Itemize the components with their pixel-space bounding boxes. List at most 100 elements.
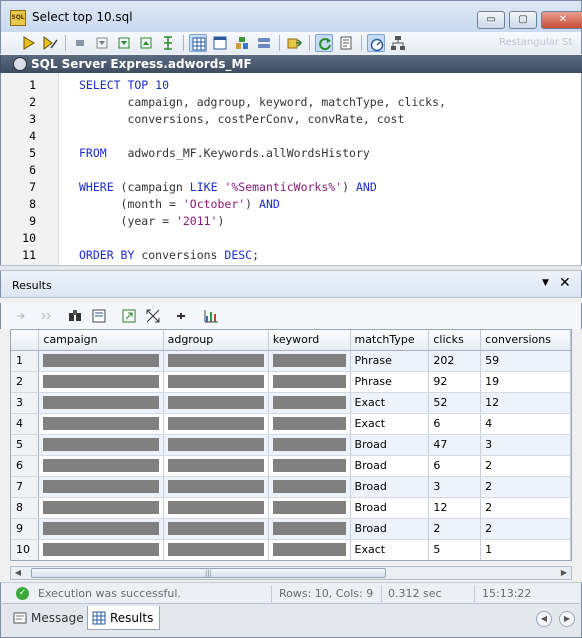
import-icon[interactable]	[255, 34, 273, 52]
maximize-button[interactable]: ▢	[509, 11, 537, 29]
scroll-right-icon[interactable]: ▶	[557, 567, 571, 579]
refresh-icon[interactable]	[315, 34, 333, 52]
cell-adgroup-redacted[interactable]	[163, 350, 269, 372]
document-icon[interactable]	[89, 306, 109, 326]
pin-icon[interactable]	[171, 306, 191, 326]
row-number[interactable]: 10	[11, 539, 40, 560]
cell-keyword-redacted[interactable]	[268, 350, 351, 372]
tab-prev-icon[interactable]: ◀	[536, 611, 552, 627]
cell-adgroup-redacted[interactable]	[163, 539, 269, 560]
code-line[interactable]: 2 campaign, adgroup, keyword, matchType,…	[1, 94, 581, 111]
cell-conversions[interactable]: 19	[480, 371, 571, 393]
cell-keyword-redacted[interactable]	[268, 455, 351, 477]
cell-conversions[interactable]: 2	[480, 455, 571, 477]
row-number[interactable]: 1	[11, 350, 40, 372]
cell-matchtype[interactable]: Exact	[350, 392, 430, 414]
prev-result-icon[interactable]	[13, 306, 33, 326]
find-icon[interactable]	[65, 306, 85, 326]
table-row[interactable]: 7 Broad 3 2	[11, 476, 571, 498]
table-row[interactable]: 4 Exact 6 4	[11, 413, 571, 435]
cell-campaign-redacted[interactable]	[38, 350, 164, 372]
row-number[interactable]: 9	[11, 518, 40, 540]
minimize-button[interactable]: ▭	[477, 11, 505, 29]
cell-conversions[interactable]: 1	[480, 539, 571, 560]
cell-adgroup-redacted[interactable]	[163, 518, 269, 540]
cell-matchtype[interactable]: Broad	[350, 518, 430, 540]
row-number[interactable]: 2	[11, 371, 40, 393]
cell-campaign-redacted[interactable]	[38, 455, 164, 477]
cell-clicks[interactable]: 6	[428, 413, 482, 435]
result-grid-icon[interactable]	[189, 34, 207, 52]
cell-clicks[interactable]: 6	[428, 455, 482, 477]
table-row[interactable]: 5 Broad 47 3	[11, 434, 571, 456]
cell-keyword-redacted[interactable]	[268, 371, 351, 393]
cell-clicks[interactable]: 12	[428, 497, 482, 519]
table-row[interactable]: 1 Phrase 202 59	[11, 350, 571, 372]
cell-conversions[interactable]: 2	[480, 497, 571, 519]
row-number[interactable]: 8	[11, 497, 40, 519]
cell-campaign-redacted[interactable]	[38, 476, 164, 498]
code-line[interactable]: 3 conversions, costPerConv, convRate, co…	[1, 111, 581, 128]
connect-icon[interactable]	[285, 34, 303, 52]
column-header-clicks[interactable]: clicks	[428, 330, 482, 351]
code-line[interactable]: 4	[1, 128, 581, 145]
cell-adgroup-redacted[interactable]	[163, 392, 269, 414]
cell-matchtype[interactable]: Broad	[350, 476, 430, 498]
cell-matchtype[interactable]: Exact	[350, 539, 430, 560]
cell-clicks[interactable]: 92	[428, 371, 482, 393]
cell-conversions[interactable]: 12	[480, 392, 571, 414]
cell-campaign-redacted[interactable]	[38, 518, 164, 540]
cell-conversions[interactable]: 4	[480, 413, 571, 435]
cell-clicks[interactable]: 5	[428, 539, 482, 560]
cell-matchtype[interactable]: Broad	[350, 455, 430, 477]
compare-icon[interactable]	[233, 34, 251, 52]
table-row[interactable]: 3 Exact 52 12	[11, 392, 571, 414]
cell-conversions[interactable]: 3	[480, 434, 571, 456]
cell-conversions[interactable]: 59	[480, 350, 571, 372]
chart-icon[interactable]	[201, 306, 221, 326]
cell-conversions[interactable]: 2	[480, 518, 571, 540]
cell-campaign-redacted[interactable]	[38, 497, 164, 519]
cell-adgroup-redacted[interactable]	[163, 371, 269, 393]
cell-keyword-redacted[interactable]	[268, 539, 351, 560]
code-line[interactable]: 11 ORDER BY conversions DESC;	[1, 247, 581, 264]
close-results-icon[interactable]: ✕	[559, 275, 571, 291]
cell-keyword-redacted[interactable]	[268, 476, 351, 498]
tab-next-icon[interactable]: ▶	[559, 611, 575, 627]
format-icon[interactable]	[137, 34, 155, 52]
table-row[interactable]: 6 Broad 6 2	[11, 455, 571, 477]
execute-step-icon[interactable]	[41, 34, 59, 52]
tab-results[interactable]: Results	[87, 606, 161, 630]
table-row[interactable]: 10 Exact 5 1	[11, 539, 571, 560]
code-line[interactable]: 8 (month = 'October') AND	[1, 196, 581, 213]
row-number[interactable]: 4	[11, 413, 40, 435]
stop-icon[interactable]	[71, 34, 89, 52]
close-button[interactable]: ✕	[541, 11, 582, 29]
row-number[interactable]: 7	[11, 476, 40, 498]
cell-keyword-redacted[interactable]	[268, 434, 351, 456]
column-header-keyword[interactable]: keyword	[268, 330, 351, 351]
network-icon[interactable]	[389, 34, 407, 52]
code-line[interactable]: 5 FROM adwords_MF.Keywords.allWordsHistor…	[1, 145, 581, 162]
cell-keyword-redacted[interactable]	[268, 518, 351, 540]
table-row[interactable]: 2 Phrase 92 19	[11, 371, 571, 393]
row-number[interactable]: 6	[11, 455, 40, 477]
cell-conversions[interactable]: 2	[480, 476, 571, 498]
cell-clicks[interactable]: 3	[428, 476, 482, 498]
code-line[interactable]: 6	[1, 162, 581, 179]
cell-campaign-redacted[interactable]	[38, 434, 164, 456]
execute-icon[interactable]	[19, 34, 37, 52]
column-header-matchtype[interactable]: matchType	[350, 330, 430, 351]
export-icon[interactable]	[119, 306, 139, 326]
cell-campaign-redacted[interactable]	[38, 371, 164, 393]
cell-matchtype[interactable]: Broad	[350, 497, 430, 519]
column-header-adgroup[interactable]: adgroup	[163, 330, 269, 351]
row-number[interactable]: 3	[11, 392, 40, 414]
sql-editor[interactable]: 1 SELECT TOP 10 2 campaign, adgroup, keywo…	[0, 73, 582, 265]
result-text-icon[interactable]	[211, 34, 229, 52]
cell-adgroup-redacted[interactable]	[163, 476, 269, 498]
cell-keyword-redacted[interactable]	[268, 392, 351, 414]
cell-adgroup-redacted[interactable]	[163, 434, 269, 456]
cell-campaign-redacted[interactable]	[38, 392, 164, 414]
cell-keyword-redacted[interactable]	[268, 497, 351, 519]
